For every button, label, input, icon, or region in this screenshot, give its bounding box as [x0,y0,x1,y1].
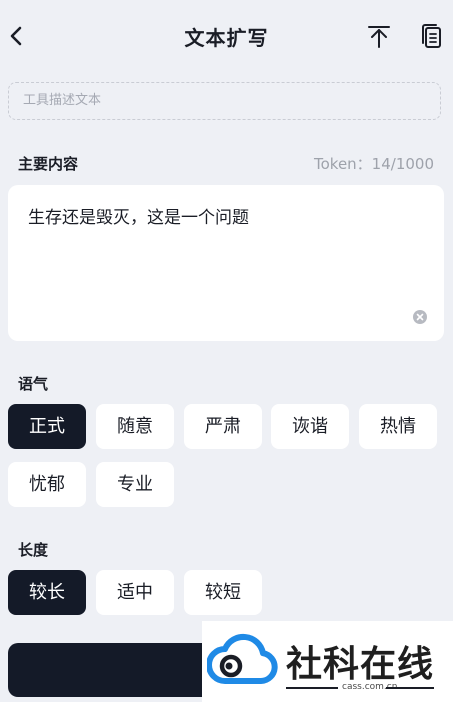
main-content-title: 主要内容 [18,155,79,173]
tone-chip-casual[interactable]: 随意 [96,404,174,449]
tone-chip-formal[interactable]: 正式 [8,404,86,449]
token-counter: Token：14/1000 [314,155,434,173]
main-content-text: 生存还是毁灭，这是一个问题 [28,208,249,228]
tone-chip-humorous[interactable]: 诙谐 [271,404,349,449]
length-chip-shorter[interactable]: 较短 [184,570,262,615]
pin-top-icon[interactable] [366,22,392,50]
top-bar: 文本扩写 [0,0,453,72]
main-content-input[interactable]: 生存还是毁灭，这是一个问题 [8,185,444,341]
watermark: 社科在线 cass.com.cn [202,621,453,702]
watermark-rule-right [386,687,434,689]
length-chip-moderate[interactable]: 适中 [96,570,174,615]
cloud-eye-logo-icon [207,633,278,684]
watermark-rule-left [286,687,338,689]
tone-title: 语气 [18,375,49,393]
tone-chip-melancholy[interactable]: 忧郁 [8,462,86,507]
watermark-brand: 社科在线 [286,644,435,685]
length-title: 长度 [18,541,49,559]
length-chip-longer[interactable]: 较长 [8,570,86,615]
clear-icon[interactable] [413,310,427,324]
tone-chip-professional[interactable]: 专业 [96,462,174,507]
tool-description-field[interactable]: 工具描述文本 [8,82,441,120]
documents-icon[interactable] [419,22,445,50]
tone-chip-serious[interactable]: 严肃 [184,404,262,449]
tone-chip-enthusiastic[interactable]: 热情 [359,404,437,449]
